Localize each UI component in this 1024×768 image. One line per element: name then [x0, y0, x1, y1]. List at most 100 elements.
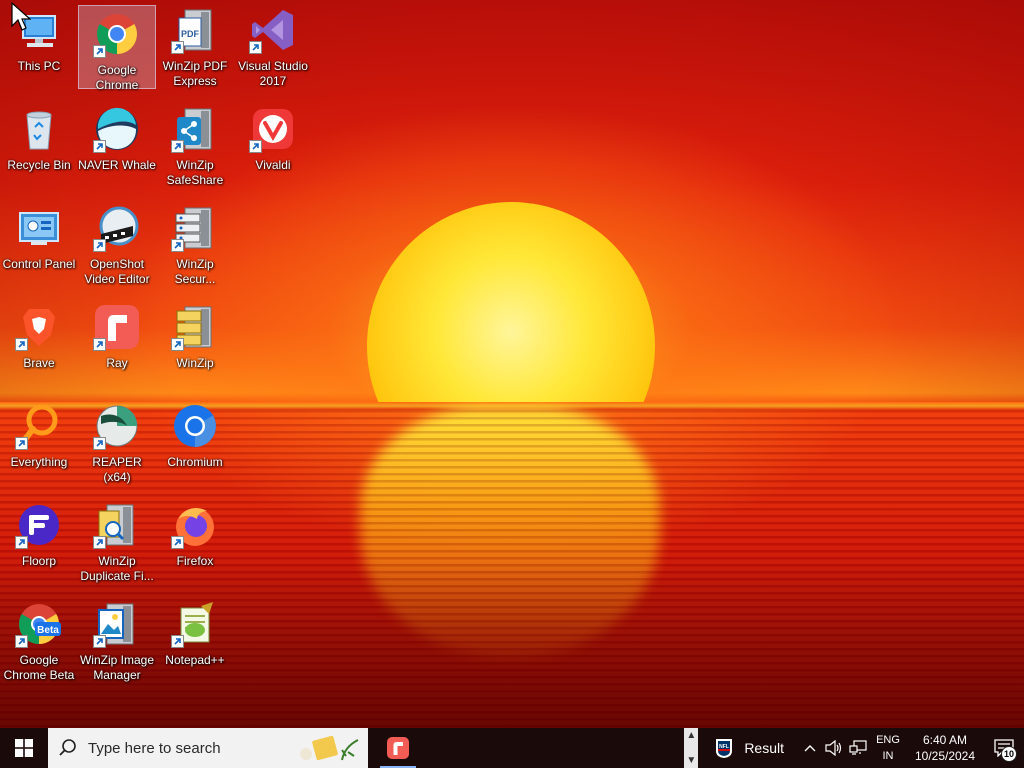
shortcut-arrow-icon: [15, 437, 28, 450]
desktop-icon-label: Control Panel: [2, 257, 76, 271]
desktop-icon-openshot[interactable]: OpenShot Video Editor: [78, 200, 156, 290]
ray-icon: [387, 737, 409, 759]
shortcut-arrow-icon: [249, 140, 262, 153]
desktop-icon-google-chrome[interactable]: Google Chrome: [78, 5, 156, 92]
desktop-icon-label: NAVER Whale: [78, 158, 156, 172]
desktop-icon-firefox[interactable]: Firefox: [156, 497, 234, 587]
desktop-icon-label: Everything: [10, 455, 68, 469]
firefox-icon: [171, 501, 219, 549]
shortcut-arrow-icon: [171, 338, 184, 351]
desktop-icon-label: Recycle Bin: [7, 158, 71, 172]
desktop-icon-label: Vivaldi: [255, 158, 291, 172]
desktop-icon-label: WinZip Duplicate Fi...: [80, 554, 154, 583]
language-code: ENG: [876, 734, 900, 746]
naver-whale-icon: [93, 105, 141, 153]
chrome-icon: [93, 10, 141, 58]
scroll-down-icon[interactable]: ▼: [686, 755, 696, 766]
reaper-icon: [93, 402, 141, 450]
desktop-icon-notepadpp[interactable]: Notepad++: [156, 596, 234, 686]
desktop-icon-visual-studio[interactable]: Visual Studio 2017: [234, 2, 312, 92]
desktop-icon-label: Brave: [23, 356, 55, 370]
shortcut-arrow-icon: [93, 437, 106, 450]
action-center-button[interactable]: 10: [984, 728, 1024, 768]
shortcut-arrow-icon: [249, 41, 262, 54]
windows-logo-icon: [15, 739, 33, 757]
desktop-icon-label: Google Chrome Beta: [3, 653, 75, 682]
desktop-icon-winzip-duplicate[interactable]: WinZip Duplicate Fi...: [78, 497, 156, 587]
taskbar-app-ray[interactable]: [374, 728, 422, 768]
desktop-icon-label: WinZip SafeShare: [166, 158, 224, 187]
taskbar-search-box[interactable]: [48, 728, 368, 768]
shortcut-arrow-icon: [171, 41, 184, 54]
desktop-icon-recycle-bin[interactable]: Recycle Bin: [0, 101, 78, 191]
start-button[interactable]: [0, 728, 48, 768]
desktop-icon-brave[interactable]: Brave: [0, 299, 78, 389]
desktop-icon-label: Visual Studio 2017: [238, 59, 308, 88]
input-language-indicator[interactable]: ENG IN: [870, 732, 906, 764]
desktop-icon-label: Notepad++: [165, 653, 225, 667]
svg-text:Beta: Beta: [37, 625, 59, 636]
brave-icon: [15, 303, 63, 351]
desktop-icon-label: This PC: [17, 59, 61, 73]
network-button[interactable]: [846, 728, 870, 768]
shortcut-arrow-icon: [93, 140, 106, 153]
network-icon: [849, 740, 867, 755]
notepadpp-icon: [171, 600, 219, 648]
volume-button[interactable]: [822, 728, 846, 768]
scroll-up-icon[interactable]: ▲: [686, 730, 696, 741]
desktop-icon-everything[interactable]: Everything: [0, 398, 78, 488]
shortcut-arrow-icon: [15, 635, 28, 648]
visual-studio-icon: [249, 6, 297, 54]
openshot-icon: [93, 204, 141, 252]
region-code: IN: [882, 750, 894, 762]
search-input[interactable]: [88, 739, 288, 757]
desktop-icon-label: Chromium: [167, 455, 223, 469]
desktop-icon-control-panel[interactable]: Control Panel: [0, 200, 78, 290]
show-hidden-icons-button[interactable]: [798, 728, 822, 768]
chromium-icon: [171, 402, 219, 450]
taskbar-scroll-arrows[interactable]: ▲ ▼: [684, 728, 699, 768]
everything-icon: [15, 402, 63, 450]
clock-time: 6:40 AM: [922, 733, 968, 747]
shortcut-arrow-icon: [15, 536, 28, 549]
desktop-icon-label: Floorp: [21, 554, 56, 568]
shortcut-arrow-icon: [171, 635, 184, 648]
winzip-secure-icon: [171, 204, 219, 252]
search-icon: [59, 739, 76, 756]
ray-icon: [93, 303, 141, 351]
shortcut-arrow-icon: [93, 239, 106, 252]
speaker-icon: [825, 740, 842, 756]
desktop-icon-winzip-secure[interactable]: WinZip Secur...: [156, 200, 234, 290]
shortcut-arrow-icon: [93, 536, 106, 549]
desktop-icon-google-chrome-beta[interactable]: Beta Google Chrome Beta: [0, 596, 78, 686]
desktop-icon-winzip-image-manager[interactable]: WinZip Image Manager: [78, 596, 156, 686]
desktop-icon-winzip-safeshare[interactable]: WinZip SafeShare: [156, 101, 234, 191]
winzip-duplicate-icon: [93, 501, 141, 549]
recycle-bin-icon: [15, 105, 63, 153]
search-highlight-icon: [300, 735, 359, 761]
svg-text:PDF: PDF: [181, 29, 200, 39]
desktop-icon-naver-whale[interactable]: NAVER Whale: [78, 101, 156, 191]
desktop-icon-floorp[interactable]: Floorp: [0, 497, 78, 587]
chrome-beta-icon: Beta: [15, 600, 63, 648]
desktop-icon-label: Google Chrome: [95, 63, 139, 92]
desktop-icon-ray[interactable]: Ray: [78, 299, 156, 389]
svg-text:NFL: NFL: [719, 744, 729, 750]
control-panel-icon: [15, 204, 63, 252]
shortcut-arrow-icon: [93, 338, 106, 351]
desktop-icon-vivaldi[interactable]: Vivaldi: [234, 101, 312, 191]
desktop-icon-label: Firefox: [176, 554, 214, 568]
desktop-icon-chromium[interactable]: Chromium: [156, 398, 234, 488]
news-widget[interactable]: NFL Result: [698, 728, 798, 768]
taskbar: ▲ ▼ NFL Result: [0, 728, 1024, 768]
desktop-icon-reaper[interactable]: REAPER (x64): [78, 398, 156, 488]
shortcut-arrow-icon: [171, 239, 184, 252]
desktop-icon-label: WinZip Image Manager: [79, 653, 155, 682]
desktop-icon-label: Ray: [106, 356, 128, 370]
desktop-icon-winzip[interactable]: WinZip: [156, 299, 234, 389]
shortcut-arrow-icon: [93, 45, 106, 58]
winzip-pdf-icon: PDF: [171, 6, 219, 54]
clock[interactable]: 6:40 AM 10/25/2024: [906, 732, 984, 764]
desktop-icon-winzip-pdf-express[interactable]: PDF WinZip PDF Express: [156, 2, 234, 92]
floorp-icon: [15, 501, 63, 549]
